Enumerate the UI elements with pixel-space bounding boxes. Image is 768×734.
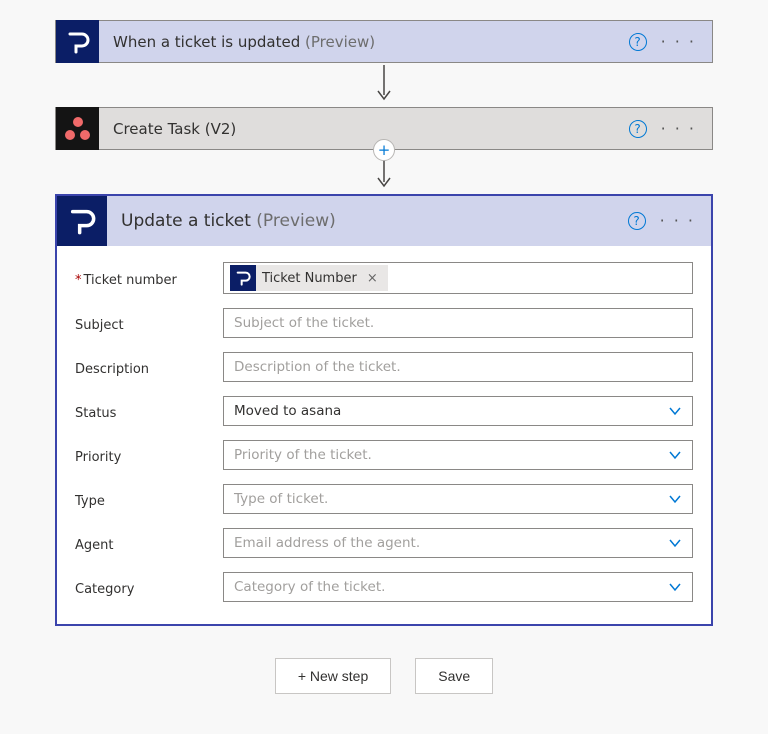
new-step-button[interactable]: + New step [275,658,391,694]
label-type: Type [75,490,223,509]
dropdown-agent[interactable]: Email address of the agent. [223,528,693,558]
more-icon[interactable]: · · · [660,213,695,229]
token-label: Ticket Number [262,271,357,286]
dropdown-type[interactable]: Type of ticket. [223,484,693,514]
input-description[interactable]: Description of the ticket. [223,352,693,382]
help-icon[interactable]: ? [628,212,646,230]
more-icon[interactable]: · · · [661,34,696,50]
more-icon[interactable]: · · · [661,121,696,137]
action-title: Create Task (V2) [99,120,629,138]
chevron-down-icon [668,580,682,594]
selected-action-title: Update a ticket (Preview) [107,211,628,231]
label-agent: Agent [75,534,223,553]
token-remove-icon[interactable]: × [363,271,382,286]
selected-action-card: Update a ticket (Preview) ? · · · Ticket… [55,194,713,626]
token-ticket-number[interactable]: Ticket Number × [230,265,388,291]
chevron-down-icon [668,448,682,462]
chevron-down-icon [668,536,682,550]
input-ticket-number[interactable]: Ticket Number × [223,262,693,294]
dropdown-category[interactable]: Category of the ticket. [223,572,693,602]
label-subject: Subject [75,314,223,333]
freshdesk-icon [56,20,99,63]
freshdesk-icon [57,196,107,246]
chevron-down-icon [668,404,682,418]
chevron-down-icon [668,492,682,506]
arrow-connector [55,63,713,107]
label-description: Description [75,358,223,377]
label-ticket-number: Ticket number [75,269,223,288]
save-button[interactable]: Save [415,658,493,694]
help-icon[interactable]: ? [629,120,647,138]
label-category: Category [75,578,223,597]
label-priority: Priority [75,446,223,465]
trigger-title: When a ticket is updated (Preview) [99,33,629,51]
help-icon[interactable]: ? [629,33,647,51]
selected-action-header[interactable]: Update a ticket (Preview) ? · · · [57,196,711,246]
asana-icon [56,107,99,150]
label-status: Status [75,402,223,421]
dropdown-status[interactable]: Moved to asana [223,396,693,426]
dropdown-priority[interactable]: Priority of the ticket. [223,440,693,470]
input-subject[interactable]: Subject of the ticket. [223,308,693,338]
form-body: Ticket number Ticket Number × Subject Su… [57,246,711,624]
freshdesk-icon [230,265,256,291]
arrow-connector-with-add: + [55,150,713,194]
trigger-card[interactable]: When a ticket is updated (Preview) ? · ·… [55,20,713,63]
add-step-icon[interactable]: + [373,139,395,161]
